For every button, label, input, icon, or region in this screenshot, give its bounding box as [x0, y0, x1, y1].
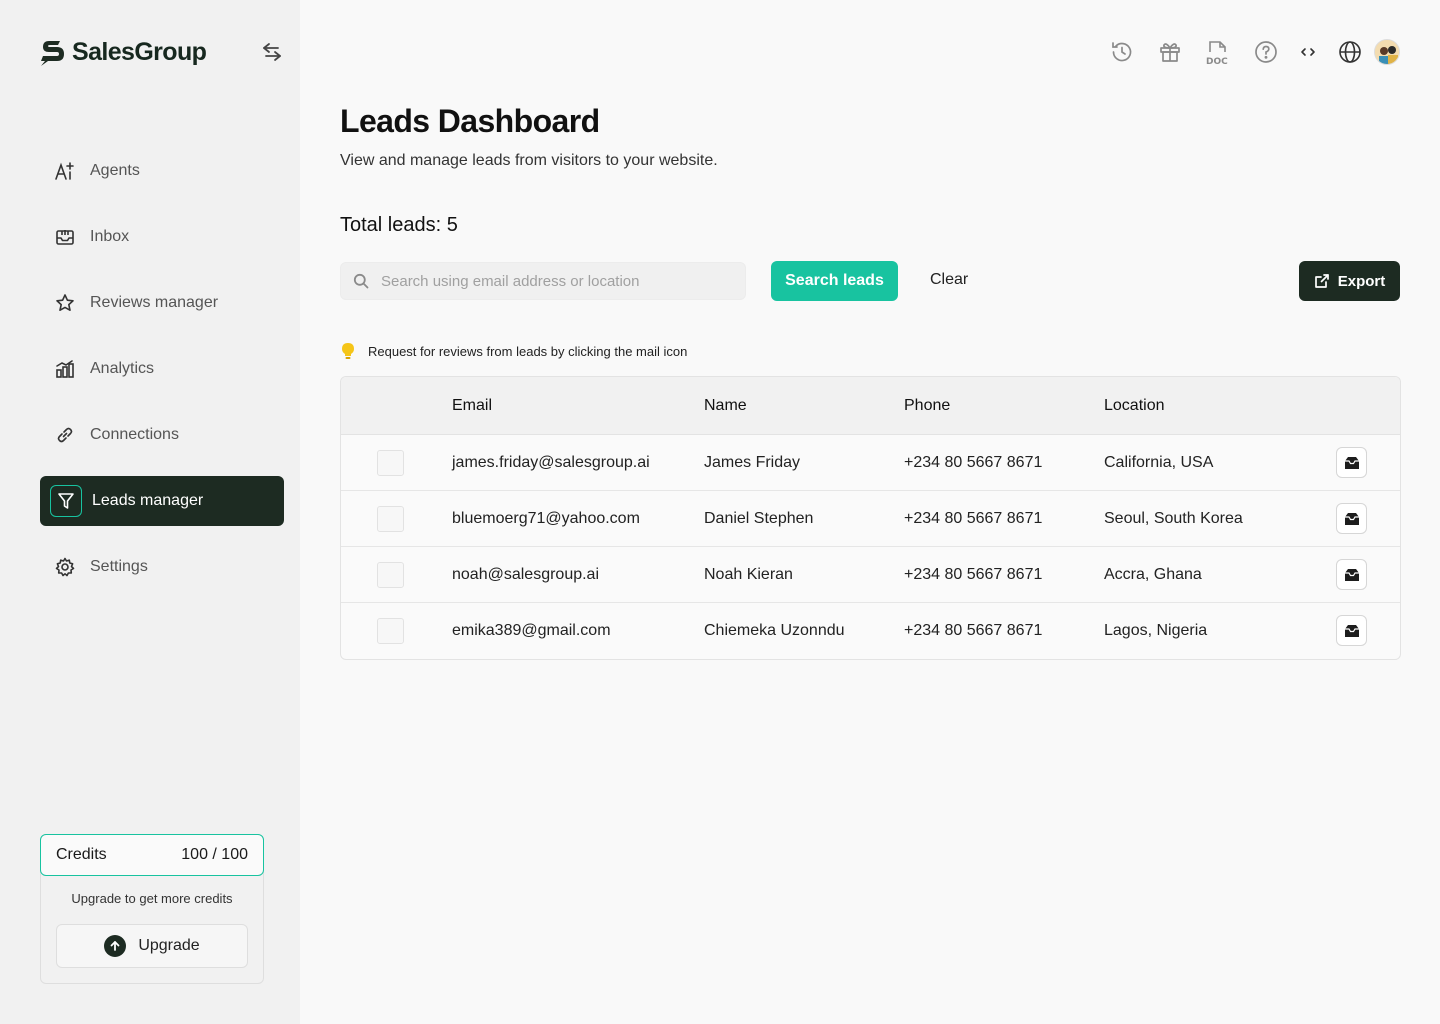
- upgrade-button[interactable]: Upgrade: [56, 924, 248, 968]
- tip-message: Request for reviews from leads by clicki…: [340, 342, 687, 360]
- row-checkbox[interactable]: [377, 562, 404, 588]
- sidebar-nav: Agents Inbox Reviews manager Analytics C…: [40, 146, 284, 608]
- credits-note: Upgrade to get more credits: [71, 891, 233, 906]
- column-header-location[interactable]: Location: [1104, 397, 1165, 415]
- sidebar-item-reviews-manager[interactable]: Reviews manager: [40, 278, 284, 328]
- sidebar-item-leads-manager[interactable]: Leads manager: [40, 476, 284, 526]
- request-review-button[interactable]: [1336, 615, 1367, 646]
- globe-icon[interactable]: [1334, 36, 1366, 68]
- leads-table: Email Name Phone Location james.friday@s…: [340, 376, 1401, 660]
- row-checkbox[interactable]: [377, 618, 404, 644]
- cell-name: Noah Kieran: [704, 566, 793, 583]
- request-review-button[interactable]: [1336, 559, 1367, 590]
- salesgroup-logo-icon: [41, 40, 64, 66]
- sidebar-item-label: Inbox: [90, 228, 130, 245]
- export-label: Export: [1337, 272, 1386, 290]
- sidebar: SalesGroup Agents Inbox Reviews manager: [0, 0, 300, 1024]
- search-icon: [353, 273, 369, 289]
- cell-email: bluemoerg71@yahoo.com: [452, 510, 640, 527]
- cell-email: james.friday@salesgroup.ai: [452, 454, 650, 471]
- cell-location: California, USA: [1104, 454, 1214, 471]
- sidebar-item-label: Settings: [90, 558, 148, 575]
- row-checkbox[interactable]: [377, 506, 404, 532]
- external-link-icon: [1314, 274, 1329, 288]
- upgrade-label: Upgrade: [138, 937, 200, 954]
- sidebar-item-connections[interactable]: Connections: [40, 410, 284, 460]
- filter-icon: [50, 485, 82, 517]
- cell-phone: +234 80 5667 8671: [904, 622, 1043, 639]
- column-header-name[interactable]: Name: [704, 397, 747, 415]
- table-row: james.friday@salesgroup.ai James Friday …: [341, 435, 1400, 491]
- credits-panel: Credits 100 / 100 Upgrade to get more cr…: [40, 834, 264, 984]
- ai-sparkle-icon: [54, 160, 76, 182]
- table-row: bluemoerg71@yahoo.com Daniel Stephen +23…: [341, 491, 1400, 547]
- cell-phone: +234 80 5667 8671: [904, 510, 1043, 527]
- cell-name: James Friday: [704, 454, 801, 471]
- table-row: emika389@gmail.com Chiemeka Uzonndu +234…: [341, 603, 1400, 659]
- top-toolbar: DOC: [1106, 36, 1400, 68]
- search-leads-button[interactable]: Search leads: [771, 261, 898, 301]
- total-leads: Total leads: 5: [340, 214, 458, 236]
- credits-header: Credits 100 / 100: [40, 834, 264, 876]
- sidebar-item-label: Connections: [90, 426, 179, 443]
- clear-button[interactable]: Clear: [930, 271, 968, 289]
- cell-name: Chiemeka Uzonndu: [704, 622, 845, 639]
- row-checkbox[interactable]: [377, 450, 404, 476]
- gear-icon: [54, 556, 76, 578]
- avatar[interactable]: [1374, 39, 1400, 65]
- cell-location: Accra, Ghana: [1104, 566, 1202, 583]
- brand-logo[interactable]: SalesGroup: [40, 38, 207, 67]
- request-review-button[interactable]: [1336, 503, 1367, 534]
- page-subtitle: View and manage leads from visitors to y…: [340, 152, 718, 169]
- column-header-phone[interactable]: Phone: [904, 397, 950, 415]
- mail-icon: [1344, 512, 1359, 525]
- sidebar-item-label: Reviews manager: [90, 294, 219, 311]
- table-row: noah@salesgroup.ai Noah Kieran +234 80 5…: [341, 547, 1400, 603]
- search-box: [340, 262, 746, 300]
- cell-email: emika389@gmail.com: [452, 622, 611, 639]
- swap-arrows-icon: [263, 43, 281, 61]
- search-input[interactable]: [381, 272, 721, 290]
- brand-name: SalesGroup: [72, 38, 207, 66]
- cell-location: Seoul, South Korea: [1104, 510, 1243, 527]
- table-header: Email Name Phone Location: [341, 377, 1400, 435]
- gift-icon[interactable]: [1154, 36, 1186, 68]
- mail-icon: [1344, 568, 1359, 581]
- column-header-email[interactable]: Email: [452, 397, 492, 415]
- arrow-up-icon: [104, 935, 127, 957]
- credits-value: 100 / 100: [181, 846, 248, 863]
- doc-icon[interactable]: DOC: [1202, 36, 1234, 68]
- help-icon[interactable]: [1250, 36, 1282, 68]
- export-button[interactable]: Export: [1299, 261, 1400, 301]
- star-icon: [54, 292, 76, 314]
- sidebar-item-analytics[interactable]: Analytics: [40, 344, 284, 394]
- mail-icon: [1344, 624, 1359, 637]
- code-icon[interactable]: [1292, 36, 1324, 68]
- history-icon[interactable]: [1106, 36, 1138, 68]
- sidebar-item-agents[interactable]: Agents: [40, 146, 284, 196]
- inbox-icon: [54, 226, 76, 248]
- request-review-button[interactable]: [1336, 447, 1367, 478]
- cell-location: Lagos, Nigeria: [1104, 622, 1208, 639]
- mail-icon: [1344, 456, 1359, 469]
- cell-email: noah@salesgroup.ai: [452, 566, 600, 583]
- link-icon: [54, 424, 76, 446]
- cell-phone: +234 80 5667 8671: [904, 566, 1043, 583]
- tip-text: Request for reviews from leads by clicki…: [368, 343, 688, 359]
- sidebar-item-inbox[interactable]: Inbox: [40, 212, 284, 262]
- sidebar-item-label: Agents: [90, 162, 140, 179]
- collapse-sidebar-button[interactable]: [258, 38, 286, 66]
- sidebar-item-label: Analytics: [90, 360, 155, 377]
- svg-text:DOC: DOC: [1206, 57, 1228, 66]
- sidebar-item-label: Leads manager: [92, 492, 204, 509]
- sidebar-item-settings[interactable]: Settings: [40, 542, 284, 592]
- credits-label: Credits: [56, 846, 107, 863]
- cell-name: Daniel Stephen: [704, 510, 814, 527]
- page-title: Leads Dashboard: [340, 103, 600, 139]
- bar-chart-icon: [54, 358, 76, 380]
- cell-phone: +234 80 5667 8671: [904, 454, 1043, 471]
- lightbulb-icon: [342, 343, 354, 359]
